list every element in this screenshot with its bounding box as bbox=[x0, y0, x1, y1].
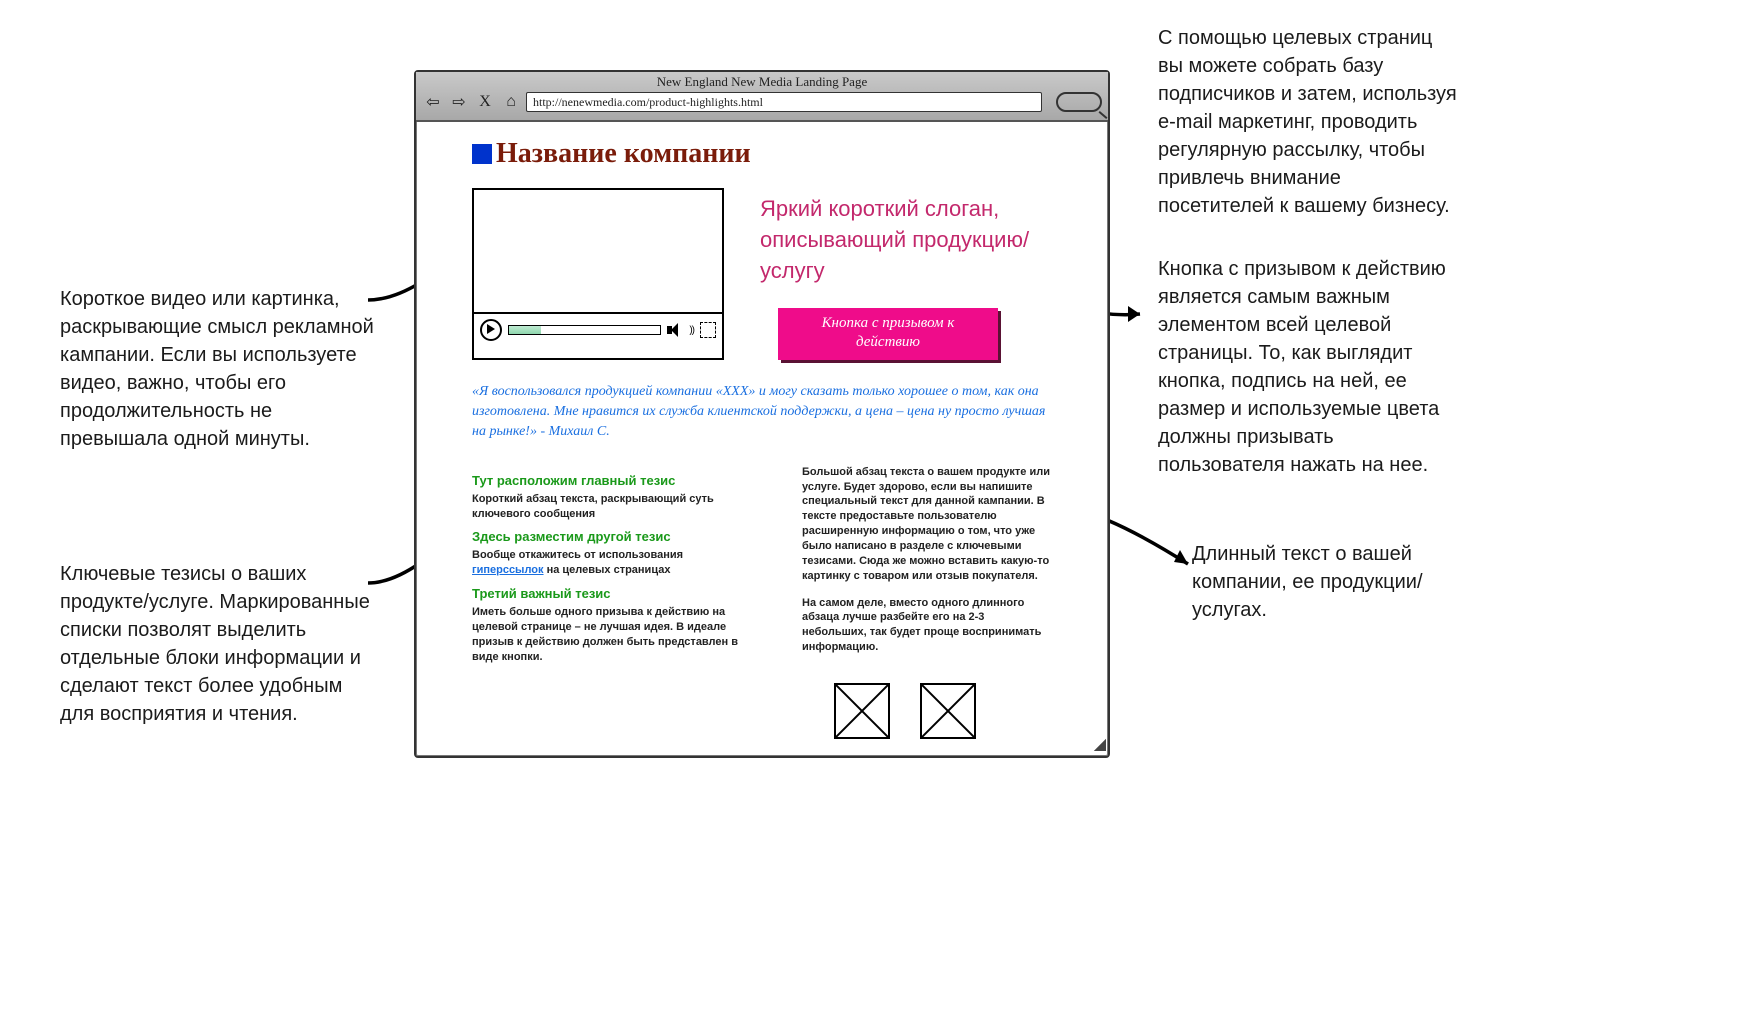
long-text-para: На самом деле, вместо одного длинного аб… bbox=[802, 596, 1052, 655]
sound-waves-icon: )) bbox=[689, 325, 694, 336]
tezis-text-pre: Вообще откажитесь от использования bbox=[472, 549, 683, 561]
video-progress[interactable] bbox=[508, 325, 661, 335]
key-points-column: Тут расположим главный тезис Короткий аб… bbox=[472, 465, 752, 739]
tezis-text: Иметь больше одного призыва к действию н… bbox=[472, 605, 752, 664]
browser-toolbar: ⇦ ⇨ X ⌂ http://nenewmedia.com/product-hi… bbox=[416, 90, 1108, 112]
annotation-cta: Кнопка с призывом к действию является са… bbox=[1158, 255, 1458, 479]
company-name-text: Название компании bbox=[496, 138, 751, 169]
video-canvas bbox=[474, 190, 722, 312]
tezis-text-post: на целевых страницах bbox=[544, 564, 671, 576]
tezis-heading: Тут расположим главный тезис bbox=[472, 473, 752, 488]
browser-window: New England New Media Landing Page ⇦ ⇨ X… bbox=[414, 70, 1110, 758]
tezis-text: Вообще откажитесь от использования гипер… bbox=[472, 548, 752, 578]
browser-chrome: New England New Media Landing Page ⇦ ⇨ X… bbox=[416, 72, 1108, 122]
hyperlink-example[interactable]: гиперссылок bbox=[472, 564, 544, 576]
annotation-bullets: Ключевые тезисы о ваших продукте/услуге.… bbox=[60, 560, 380, 728]
annotation-email-marketing: С помощью целевых страниц вы можете собр… bbox=[1158, 24, 1458, 220]
cta-button[interactable]: Кнопка с призывом к действию bbox=[778, 308, 998, 360]
search-icon[interactable] bbox=[1056, 92, 1102, 112]
video-player[interactable]: )) bbox=[472, 188, 724, 360]
logo-icon bbox=[472, 144, 492, 164]
window-title: New England New Media Landing Page bbox=[416, 72, 1108, 90]
testimonial-quote: «Я воспользовался продукцией компании «X… bbox=[472, 382, 1052, 443]
stop-icon[interactable]: X bbox=[474, 92, 496, 112]
long-text-para: Большой абзац текста о вашем продукте ил… bbox=[802, 465, 1052, 584]
image-placeholder-icon bbox=[834, 683, 890, 739]
image-placeholders-row bbox=[834, 683, 1052, 739]
tezis-text: Короткий абзац текста, раскрывающий суть… bbox=[472, 492, 752, 522]
tezis-heading: Здесь разместим другой тезис bbox=[472, 529, 752, 544]
play-icon[interactable] bbox=[480, 319, 502, 341]
landing-page: Название компании )) Яр bbox=[416, 122, 1108, 744]
video-progress-fill bbox=[509, 326, 541, 334]
forward-icon[interactable]: ⇨ bbox=[448, 92, 470, 112]
video-controls: )) bbox=[474, 312, 722, 346]
url-bar[interactable]: http://nenewmedia.com/product-highlights… bbox=[526, 92, 1042, 112]
long-text-column: Большой абзац текста о вашем продукте ил… bbox=[802, 465, 1052, 739]
fullscreen-icon[interactable] bbox=[700, 322, 716, 338]
home-icon[interactable]: ⌂ bbox=[500, 92, 522, 112]
back-icon[interactable]: ⇦ bbox=[422, 92, 444, 112]
tezis-heading: Третий важный тезис bbox=[472, 586, 752, 601]
annotation-video: Короткое видео или картинка, раскрывающи… bbox=[60, 285, 380, 453]
speaker-icon[interactable] bbox=[667, 323, 683, 337]
slogan: Яркий короткий слоган, описывающий проду… bbox=[760, 194, 1052, 286]
resize-grip-icon[interactable]: ◢ bbox=[1094, 734, 1106, 754]
company-name-heading: Название компании bbox=[472, 138, 1052, 170]
annotation-longtext: Длинный текст о вашей компании, ее проду… bbox=[1192, 540, 1452, 624]
image-placeholder-icon bbox=[920, 683, 976, 739]
